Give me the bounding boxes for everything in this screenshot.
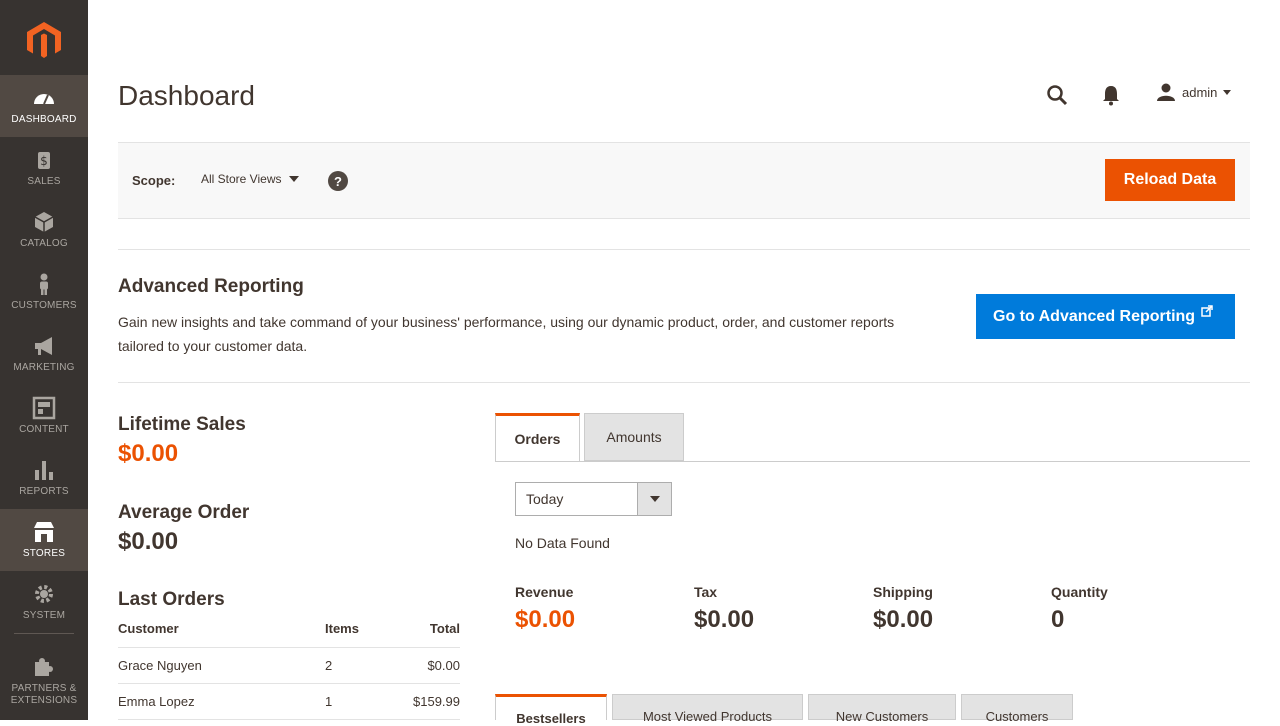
metric-quantity: Quantity 0	[1051, 584, 1108, 634]
nav-label: Marketing	[13, 362, 75, 373]
bar-chart-icon	[35, 461, 53, 480]
nav-system[interactable]: System	[0, 571, 88, 633]
chevron-down-icon	[649, 496, 660, 502]
metric-label: Quantity	[1051, 584, 1108, 600]
magento-logo[interactable]	[24, 20, 64, 60]
average-order-value: $0.00	[118, 528, 179, 555]
nav-label: Stores	[22, 548, 66, 559]
user-menu[interactable]: admin	[1156, 82, 1232, 102]
gear-icon	[35, 585, 53, 603]
last-orders-table: Customer Items Total Grace Nguyen 2 $0.0…	[118, 620, 460, 720]
nav-label: Partners & Extensions	[10, 683, 78, 706]
tab-bestsellers[interactable]: Bestsellers	[495, 694, 607, 726]
external-link-icon	[1201, 304, 1213, 317]
go-to-advanced-reporting-button[interactable]: Go to Advanced Reporting	[976, 294, 1235, 339]
tab-orders[interactable]: Orders	[495, 413, 580, 461]
bell-icon[interactable]	[1101, 84, 1121, 106]
nav-label: Reports	[19, 486, 69, 497]
nav-partners-extensions[interactable]: Partners & Extensions	[0, 648, 88, 714]
dollar-icon: $	[38, 152, 50, 169]
column-header: Total	[385, 620, 460, 648]
chevron-down-icon	[289, 176, 300, 182]
nav-content[interactable]: Content	[0, 385, 88, 447]
nav-label: Sales	[27, 176, 61, 187]
person-icon	[40, 273, 48, 295]
page-title: Dashboard	[118, 80, 255, 111]
column-header: Customer	[118, 620, 325, 648]
reload-data-button[interactable]: Reload Data	[1105, 159, 1235, 201]
metric-label: Revenue	[515, 584, 574, 600]
layout-icon	[32, 396, 56, 420]
table-row[interactable]: Emma Lopez 1 $159.99	[118, 683, 460, 720]
lifetime-sales-label: Lifetime Sales	[118, 414, 246, 435]
advanced-reporting-title: Advanced Reporting	[118, 276, 304, 297]
store-icon	[34, 522, 54, 542]
chevron-down-icon	[1223, 89, 1232, 95]
megaphone-icon	[35, 337, 52, 355]
puzzle-icon	[35, 658, 53, 676]
dropdown-button	[637, 483, 671, 515]
svg-text:$: $	[40, 154, 48, 168]
divider	[118, 382, 1250, 383]
metric-revenue: Revenue $0.00	[515, 584, 575, 634]
scope-label: Scope:	[132, 173, 176, 188]
cube-icon	[34, 212, 54, 232]
table-row[interactable]: Grace Nguyen 2 $0.00	[118, 647, 460, 684]
metric-tax: Tax $0.00	[694, 584, 754, 634]
user-icon	[1157, 83, 1175, 101]
lifetime-sales-value: $0.00	[118, 440, 179, 467]
button-label: Go to Advanced Reporting	[993, 307, 1196, 325]
nav-label: Catalog	[20, 238, 68, 249]
nav-divider	[14, 633, 74, 634]
nav-dashboard[interactable]: Dashboard	[0, 75, 88, 137]
metric-value: $0.00	[873, 606, 934, 633]
help-icon[interactable]: ?	[328, 171, 348, 191]
search-icon[interactable]	[1046, 84, 1068, 106]
total-cell: $0.00	[385, 647, 460, 684]
items-cell: 1	[325, 683, 385, 720]
metric-label: Shipping	[873, 584, 933, 600]
nav-stores[interactable]: Stores	[0, 509, 88, 571]
tab-most-viewed-products[interactable]: Most Viewed Products	[612, 694, 803, 724]
customer-cell: Grace Nguyen	[118, 647, 325, 684]
advanced-reporting-description: Gain new insights and take command of yo…	[118, 314, 895, 354]
metric-value: $0.00	[515, 606, 576, 633]
nav-label: System	[22, 610, 66, 621]
store-view-value: All Store Views	[201, 172, 282, 186]
metric-value: 0	[1051, 606, 1065, 633]
tab-new-customers[interactable]: New Customers	[808, 694, 956, 724]
nav-customers[interactable]: Customers	[0, 261, 88, 323]
total-cell: $159.99	[385, 683, 460, 720]
metric-value: $0.00	[694, 606, 755, 633]
store-scope-bar: Scope: All Store Views ? Reload Data	[118, 142, 1250, 219]
nav-sales[interactable]: $ Sales	[0, 137, 88, 199]
user-name: admin	[1182, 84, 1218, 100]
metric-shipping: Shipping $0.00	[873, 584, 933, 634]
column-header: Items	[325, 620, 385, 648]
no-data-message: No Data Found	[515, 535, 610, 551]
store-view-switcher[interactable]: All Store Views	[201, 172, 300, 186]
dashboard-icon	[34, 94, 54, 105]
average-order-label: Average Order	[118, 502, 250, 523]
tab-divider	[495, 461, 1250, 462]
nav-marketing[interactable]: Marketing	[0, 323, 88, 385]
tab-amounts[interactable]: Amounts	[584, 413, 684, 461]
nav-reports[interactable]: Reports	[0, 447, 88, 509]
admin-sidebar: Dashboard $ Sales Catalog Customers Mark…	[0, 0, 88, 720]
nav-label: Customers	[11, 300, 77, 311]
tab-customers[interactable]: Customers	[961, 694, 1073, 724]
chart-period-select[interactable]: Today	[515, 482, 672, 516]
nav-catalog[interactable]: Catalog	[0, 199, 88, 261]
period-value: Today	[526, 491, 564, 507]
metric-label: Tax	[694, 584, 718, 600]
nav-label: Dashboard	[11, 114, 77, 125]
nav-label: Content	[19, 424, 69, 435]
table-header-row: Customer Items Total	[118, 620, 460, 648]
customer-cell: Emma Lopez	[118, 683, 325, 720]
divider	[118, 249, 1250, 250]
last-orders-label: Last Orders	[118, 589, 225, 610]
items-cell: 2	[325, 647, 385, 684]
